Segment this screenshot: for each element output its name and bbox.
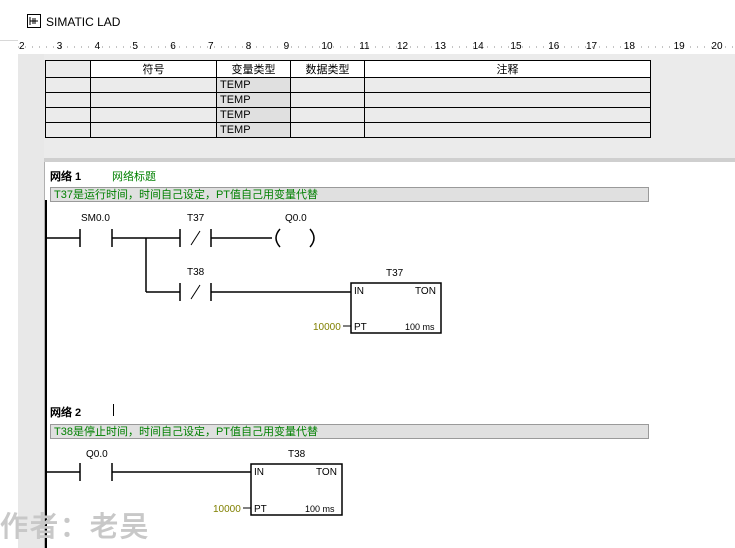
contact-t37-nc[interactable]: T37 <box>179 213 212 247</box>
symbol-cell[interactable] <box>90 92 217 108</box>
contact-q0-0[interactable]: Q0.0 <box>46 449 113 481</box>
left-gutter <box>0 54 18 548</box>
row-margin <box>18 54 45 548</box>
table-row[interactable]: TEMP <box>45 122 651 138</box>
ruler-tick: 15 <box>510 41 522 52</box>
network-1-label: 网络 1 <box>50 171 82 183</box>
network-1-title[interactable]: 网络标题 <box>112 168 156 184</box>
timer-t37-name: T37 <box>386 268 404 279</box>
table-row[interactable]: TEMP <box>45 92 651 108</box>
splitter-bar[interactable] <box>44 158 735 162</box>
var-type-cell: TEMP <box>216 107 291 123</box>
ruler-tick: 13 <box>434 41 446 52</box>
timer-t37-pt-value: 10000 <box>313 322 341 333</box>
timer-t38-name: T38 <box>288 449 306 460</box>
timer-t37[interactable]: T37 IN TON PT 100 ms 10000 <box>313 268 442 334</box>
header-var-type[interactable]: 变量类型 <box>216 60 291 78</box>
row-header[interactable] <box>45 107 91 123</box>
author-watermark: 作者：老吴 <box>0 511 151 542</box>
ruler-tick: 9 <box>283 41 290 52</box>
ruler-tick: 2 <box>19 41 25 52</box>
text-cursor <box>113 404 114 416</box>
table-row[interactable]: TEMP <box>45 107 651 123</box>
comment-cell[interactable] <box>364 122 651 138</box>
timer-t38-type: TON <box>316 467 337 478</box>
row-header[interactable] <box>45 77 91 93</box>
network-2-label: 网络 2 <box>50 407 82 419</box>
coil-q0-0[interactable]: Q0.0 <box>275 213 315 248</box>
ruler-tick: 7 <box>208 41 214 52</box>
variable-table: 符号 变量类型 数据类型 注释 TEMP TEMP TEMP TEMP <box>45 60 651 138</box>
comment-cell[interactable] <box>364 107 651 123</box>
timer-t37-type: TON <box>415 286 436 297</box>
timer-t38-in: IN <box>254 467 264 478</box>
ruler-tick: 16 <box>548 41 560 52</box>
row-header[interactable] <box>45 92 91 108</box>
contact-t38-nc[interactable]: T38 <box>179 267 212 301</box>
symbol-cell[interactable] <box>90 107 217 123</box>
window-title: SIMATIC LAD <box>46 15 121 29</box>
row-header-corner <box>45 60 91 78</box>
timer-t37-base: 100 ms <box>405 322 435 332</box>
timer-t37-pt: PT <box>354 322 367 333</box>
timer-t37-in: IN <box>354 286 364 297</box>
ruler-tick: 20 <box>711 41 723 52</box>
comment-cell[interactable] <box>364 92 651 108</box>
ruler: 2 3 4 5 6 7 8 9 10 11 12 13 14 15 16 17 18 19 20 <box>18 40 735 55</box>
ruler-tick: 18 <box>623 41 635 52</box>
header-comment[interactable]: 注释 <box>364 60 651 78</box>
symbol-cell[interactable] <box>90 122 217 138</box>
network-2-comment[interactable]: T38是停止时间，时间自己设定，PT值自己用变量代替 <box>50 424 649 439</box>
ruler-tick: 8 <box>245 41 252 52</box>
var-type-cell: TEMP <box>216 122 291 138</box>
coil-q0-0-label: Q0.0 <box>285 213 307 224</box>
network-1-comment[interactable]: T37是运行时间，时间自己设定，PT值自己用变量代替 <box>50 187 649 202</box>
window-titlebar: SIMATIC LAD <box>0 0 735 41</box>
ruler-tick: 10 <box>321 41 333 52</box>
contact-sm0-0[interactable]: SM0.0 <box>46 213 113 247</box>
contact-t38-label: T38 <box>187 267 205 278</box>
row-header[interactable] <box>45 122 91 138</box>
data-type-cell[interactable] <box>290 92 365 108</box>
timer-t38-pt-value: 10000 <box>213 504 241 515</box>
data-type-cell[interactable] <box>290 77 365 93</box>
contact-sm0-0-label: SM0.0 <box>81 213 110 224</box>
var-type-cell: TEMP <box>216 92 291 108</box>
header-symbol[interactable]: 符号 <box>90 60 217 78</box>
ruler-tick: 3 <box>56 41 63 52</box>
var-type-cell: TEMP <box>216 77 291 93</box>
symbol-cell[interactable] <box>90 77 217 93</box>
ruler-tick: 5 <box>132 41 138 52</box>
ladder-icon <box>27 14 41 28</box>
ruler-tick: 11 <box>359 41 370 52</box>
comment-cell[interactable] <box>364 77 651 93</box>
contact-t37-label: T37 <box>187 213 205 224</box>
contact-q0-0-label: Q0.0 <box>86 449 108 460</box>
timer-t38-pt: PT <box>254 504 267 515</box>
timer-t38-base: 100 ms <box>305 504 335 514</box>
ruler-tick: 12 <box>397 41 409 52</box>
header-data-type[interactable]: 数据类型 <box>290 60 365 78</box>
ruler-tick: 14 <box>472 41 484 52</box>
ruler-tick: 4 <box>94 41 101 52</box>
data-type-cell[interactable] <box>290 107 365 123</box>
data-type-cell[interactable] <box>290 122 365 138</box>
ruler-tick: 19 <box>673 41 685 52</box>
table-row[interactable]: TEMP <box>45 77 651 93</box>
ruler-tick: 17 <box>586 41 598 52</box>
timer-t38[interactable]: T38 IN TON PT 100 ms 10000 <box>213 449 343 516</box>
ruler-tick: 6 <box>170 41 176 52</box>
